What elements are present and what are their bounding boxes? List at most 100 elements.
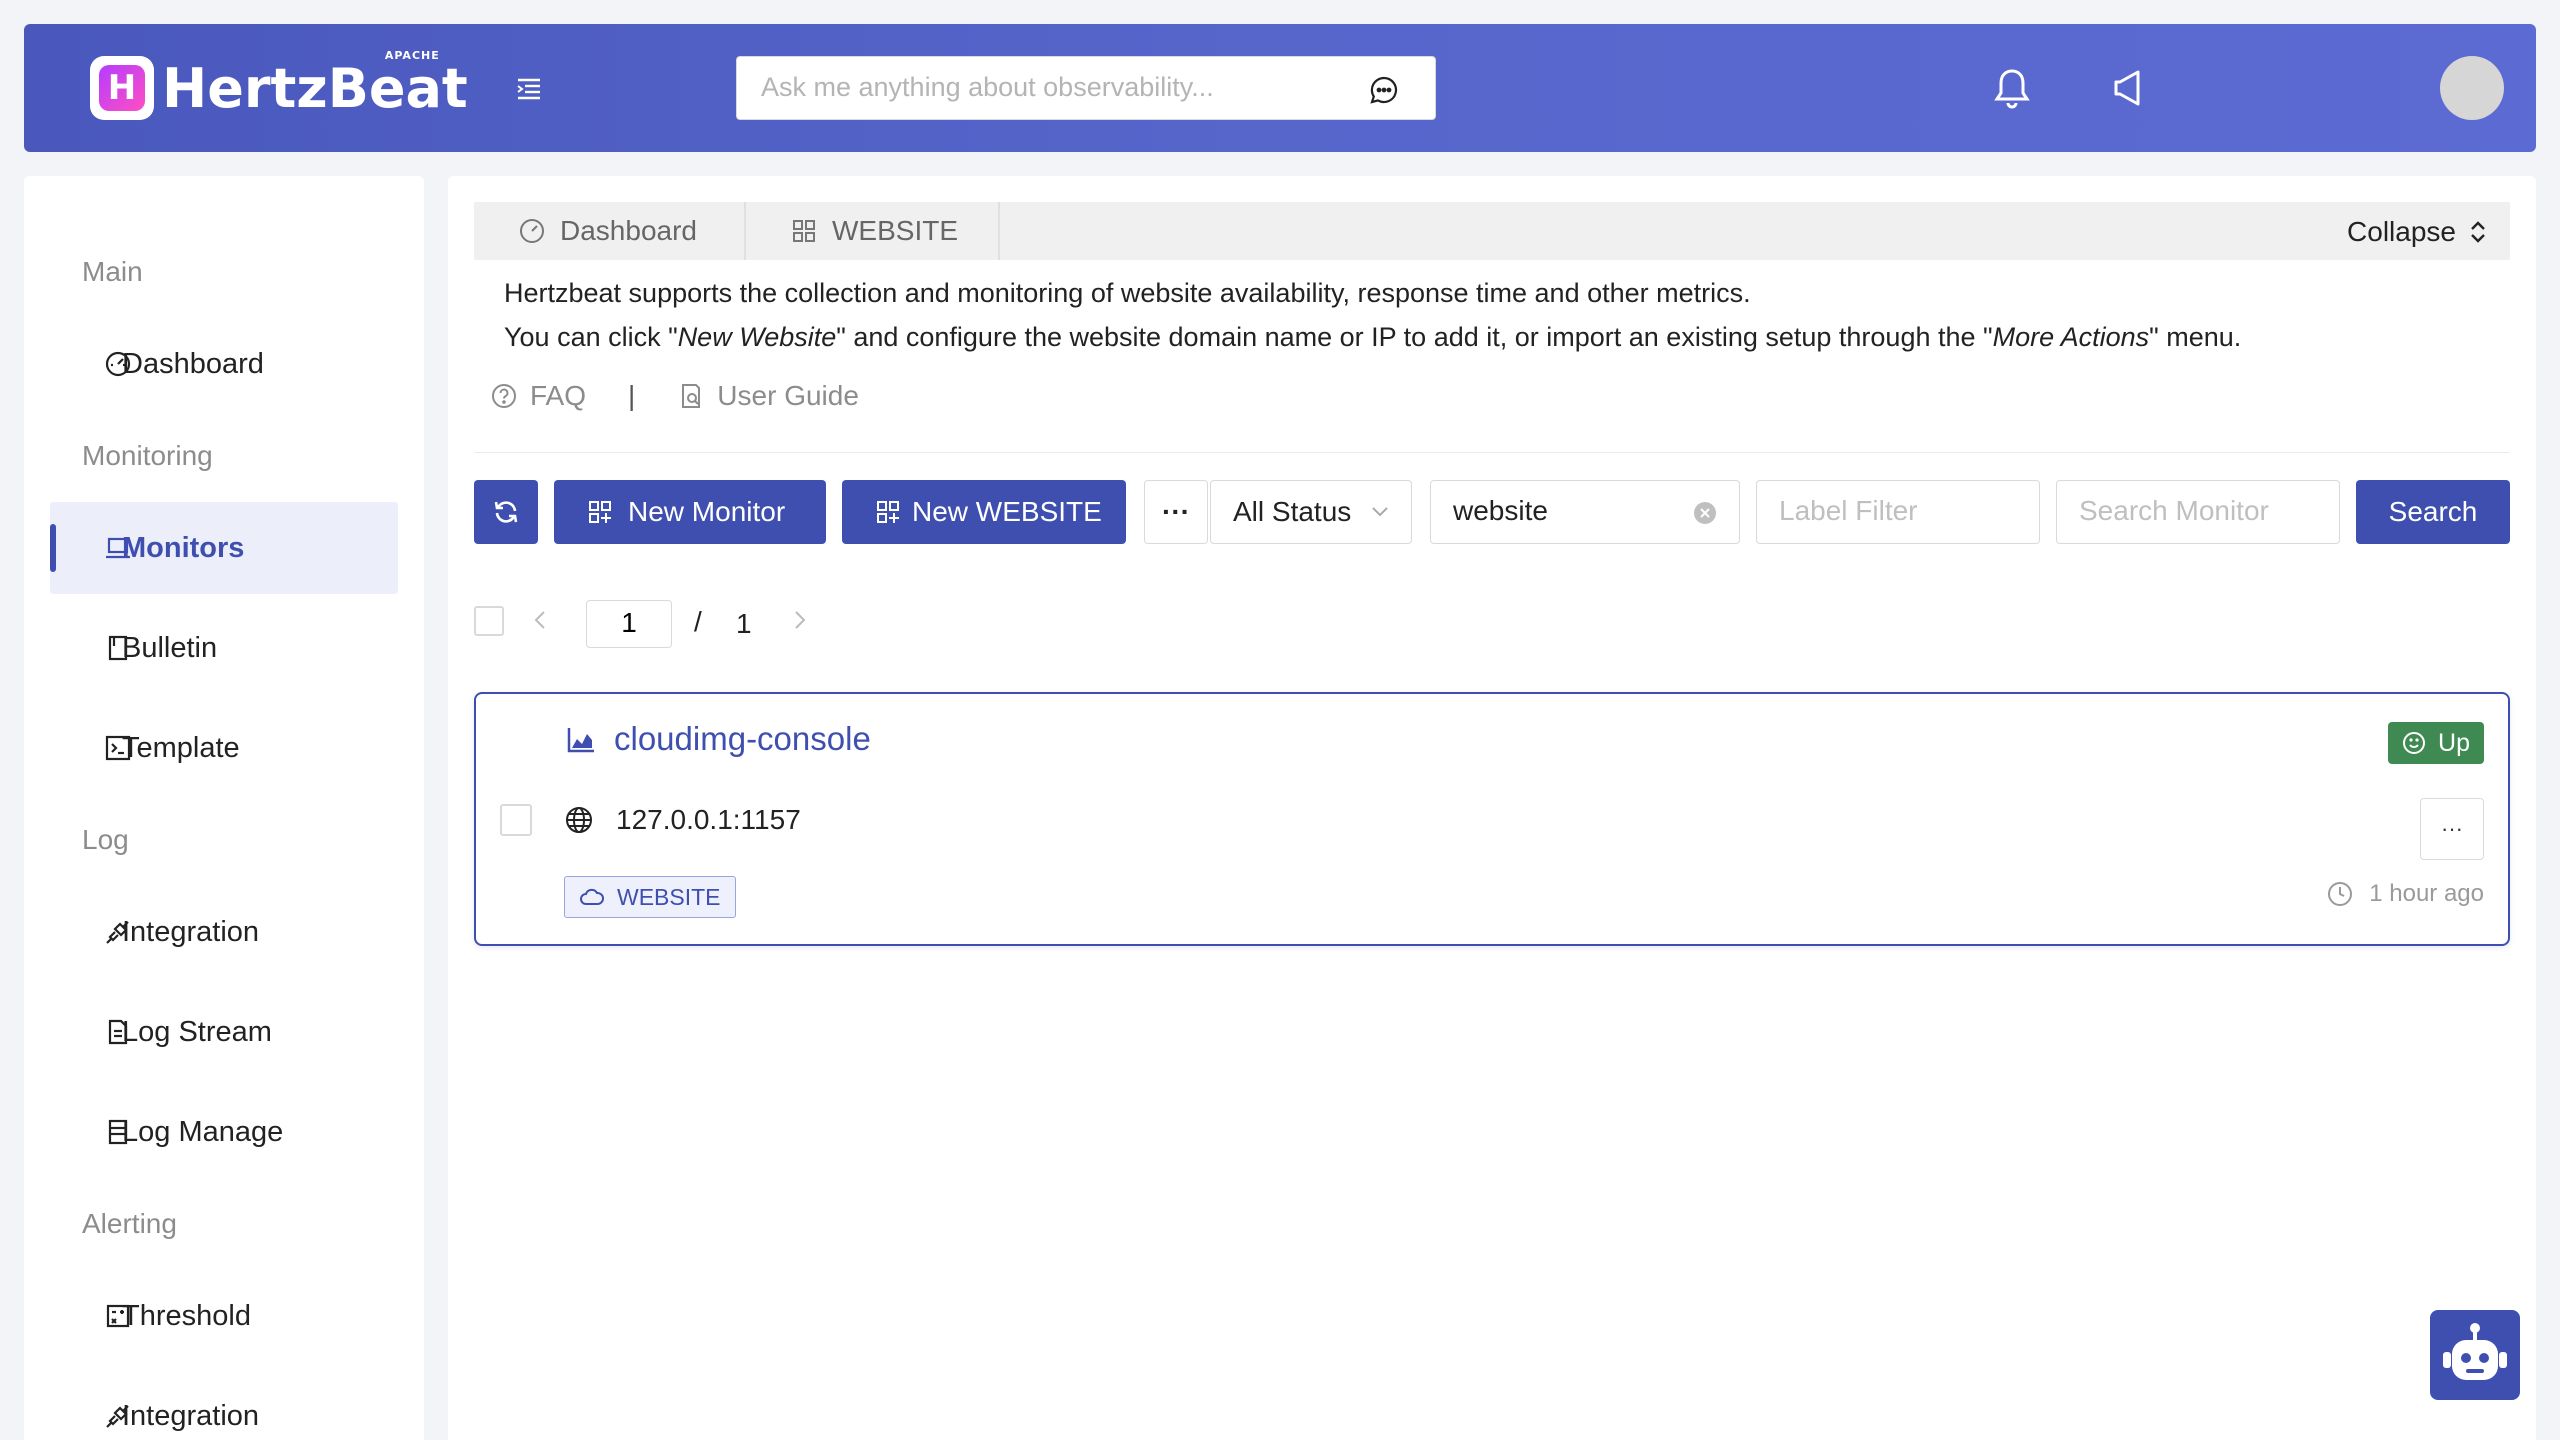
new-monitor-button[interactable]: New Monitor: [554, 480, 826, 544]
sidebar-item-log-manage[interactable]: Log Manage: [50, 1086, 398, 1178]
calculator-icon: [106, 1304, 130, 1328]
collapse-label: Collapse: [2347, 216, 2456, 247]
clear-circle-icon[interactable]: [1693, 501, 1717, 525]
sidebar-item-label: Integration: [122, 1399, 260, 1432]
hertzbeat-logo[interactable]: H HertzBeat APACHE: [90, 48, 468, 120]
refresh-button[interactable]: [474, 480, 538, 544]
chevron-left-icon[interactable]: [528, 604, 552, 636]
api-icon: [106, 1405, 129, 1428]
sidebar-item-label: Dashboard: [122, 347, 264, 380]
sidebar-item-label: Monitors: [122, 531, 245, 564]
monitor-card[interactable]: cloudimg-console 127.0.0.1:1157 WEBSITE …: [474, 692, 2510, 946]
status-select[interactable]: All Status: [1210, 480, 1412, 544]
monitor-host-text: 127.0.0.1:1157: [616, 804, 801, 835]
tab-label: Dashboard: [560, 215, 697, 246]
area-chart-icon: [567, 728, 594, 753]
sidebar-group-main: Main: [82, 256, 143, 287]
collapse-button[interactable]: Collapse: [2347, 216, 2488, 248]
chevron-up-down-icon: [2471, 221, 2485, 243]
sidebar-item-log-stream[interactable]: Log Stream: [50, 986, 398, 1078]
chevron-right-icon[interactable]: [788, 604, 812, 636]
tab-bar: Dashboard WEBSITE Collapse: [474, 202, 2510, 260]
search-button[interactable]: Search: [2356, 480, 2510, 544]
monitor-host: 127.0.0.1:1157: [564, 804, 801, 836]
links-separator: |: [628, 380, 636, 411]
chevron-down-icon: [1372, 507, 1388, 517]
cloud-icon: [580, 888, 604, 905]
monitor-type-tag: WEBSITE: [564, 876, 736, 918]
sidebar-group-alerting: Alerting: [82, 1208, 177, 1239]
select-all-checkbox[interactable]: [474, 606, 504, 636]
ai-assistant-button[interactable]: [2430, 1310, 2520, 1400]
sidebar-item-label: Bulletin: [122, 631, 218, 664]
user-guide-link[interactable]: User Guide: [717, 380, 859, 412]
api-icon: [106, 921, 129, 944]
sidebar-item-dashboard[interactable]: Dashboard: [50, 318, 398, 410]
laptop-icon: [106, 537, 130, 559]
logo-text: HertzBeat APACHE: [162, 48, 468, 120]
question-circle-icon: [492, 384, 516, 408]
label-filter-input[interactable]: [1757, 481, 2039, 541]
sidebar-item-integration[interactable]: Integration: [50, 886, 398, 978]
chat-icon[interactable]: [1369, 75, 1399, 105]
monitor-checkbox[interactable]: [500, 804, 532, 836]
main-content: Dashboard WEBSITE Collapse Hertzbeat sup…: [448, 176, 2536, 1440]
tab-website[interactable]: WEBSITE: [746, 202, 1000, 260]
status-text: Up: [2438, 728, 2470, 757]
monitor-name: cloudimg-console: [614, 720, 871, 757]
logo-mark-icon: H: [90, 56, 154, 120]
bell-icon[interactable]: [1992, 66, 2032, 110]
code-icon: [105, 735, 131, 761]
tab-label: WEBSITE: [832, 215, 959, 246]
page-input-wrapper: [586, 600, 672, 648]
pager-total: 1: [736, 608, 752, 639]
sidebar-group-log: Log: [82, 824, 129, 855]
description-line-1: Hertzbeat supports the collection and mo…: [504, 278, 1751, 308]
menu-toggle-icon[interactable]: [514, 74, 544, 104]
sidebar-item-bulletin[interactable]: Bulletin: [50, 602, 398, 694]
appstore-icon: [793, 220, 815, 242]
monitor-updated-time: 1 hour ago: [2327, 880, 2484, 908]
globe-icon: [566, 807, 592, 833]
sidebar-item-label: Log Stream: [122, 1015, 272, 1048]
new-website-label: New WEBSITE: [912, 496, 1102, 527]
sidebar-item-threshold[interactable]: Threshold: [50, 1270, 398, 1362]
sidebar-item-label: Threshold: [122, 1299, 251, 1332]
smile-icon: [2403, 732, 2426, 754]
label-filter-field: [1756, 480, 2040, 544]
ask-ai-input-wrapper: [736, 56, 1436, 120]
status-select-value: All Status: [1233, 496, 1352, 527]
more-actions-button[interactable]: ···: [1144, 480, 1208, 544]
notification-speaker-icon[interactable]: [2108, 66, 2148, 110]
sidebar-item-template[interactable]: Template: [50, 702, 398, 794]
type-filter-field: [1430, 480, 1740, 544]
new-website-button[interactable]: New WEBSITE: [842, 480, 1126, 544]
file-search-icon: [682, 384, 701, 408]
new-monitor-label: New Monitor: [628, 496, 786, 527]
top-header: H HertzBeat APACHE: [24, 24, 2536, 152]
faq-link[interactable]: FAQ: [530, 380, 586, 412]
sidebar-item-label: Integration: [122, 915, 260, 948]
monitor-more-button[interactable]: ···: [2420, 798, 2484, 860]
logo-apache-badge: APACHE: [384, 48, 440, 62]
page-number-input[interactable]: [587, 601, 671, 645]
sidebar-item-label: Template: [122, 731, 240, 764]
pager-slash: /: [694, 606, 702, 637]
appstore-add-icon: [877, 501, 899, 523]
sidebar-item-integration-alerting[interactable]: Integration: [50, 1370, 398, 1440]
clock-icon: [2328, 882, 2353, 906]
sidebar-item-monitors[interactable]: Monitors: [50, 502, 398, 594]
dashboard-icon: [520, 219, 544, 243]
sidebar: Main Dashboard Monitoring Monitors Bulle…: [24, 176, 424, 1440]
search-monitor-input[interactable]: [2057, 481, 2339, 541]
sidebar-group-monitoring: Monitoring: [82, 440, 213, 471]
tab-dashboard[interactable]: Dashboard: [474, 202, 746, 260]
monitor-type-tag-label: WEBSITE: [617, 883, 721, 910]
sync-icon: [494, 501, 518, 523]
monitor-title-link[interactable]: cloudimg-console: [566, 720, 871, 758]
ask-ai-input[interactable]: [737, 57, 1337, 117]
dashboard-icon: [105, 351, 131, 377]
user-avatar[interactable]: [2440, 56, 2504, 120]
robot-icon: [2443, 1323, 2507, 1380]
monitor-time-text: 1 hour ago: [2369, 880, 2484, 907]
